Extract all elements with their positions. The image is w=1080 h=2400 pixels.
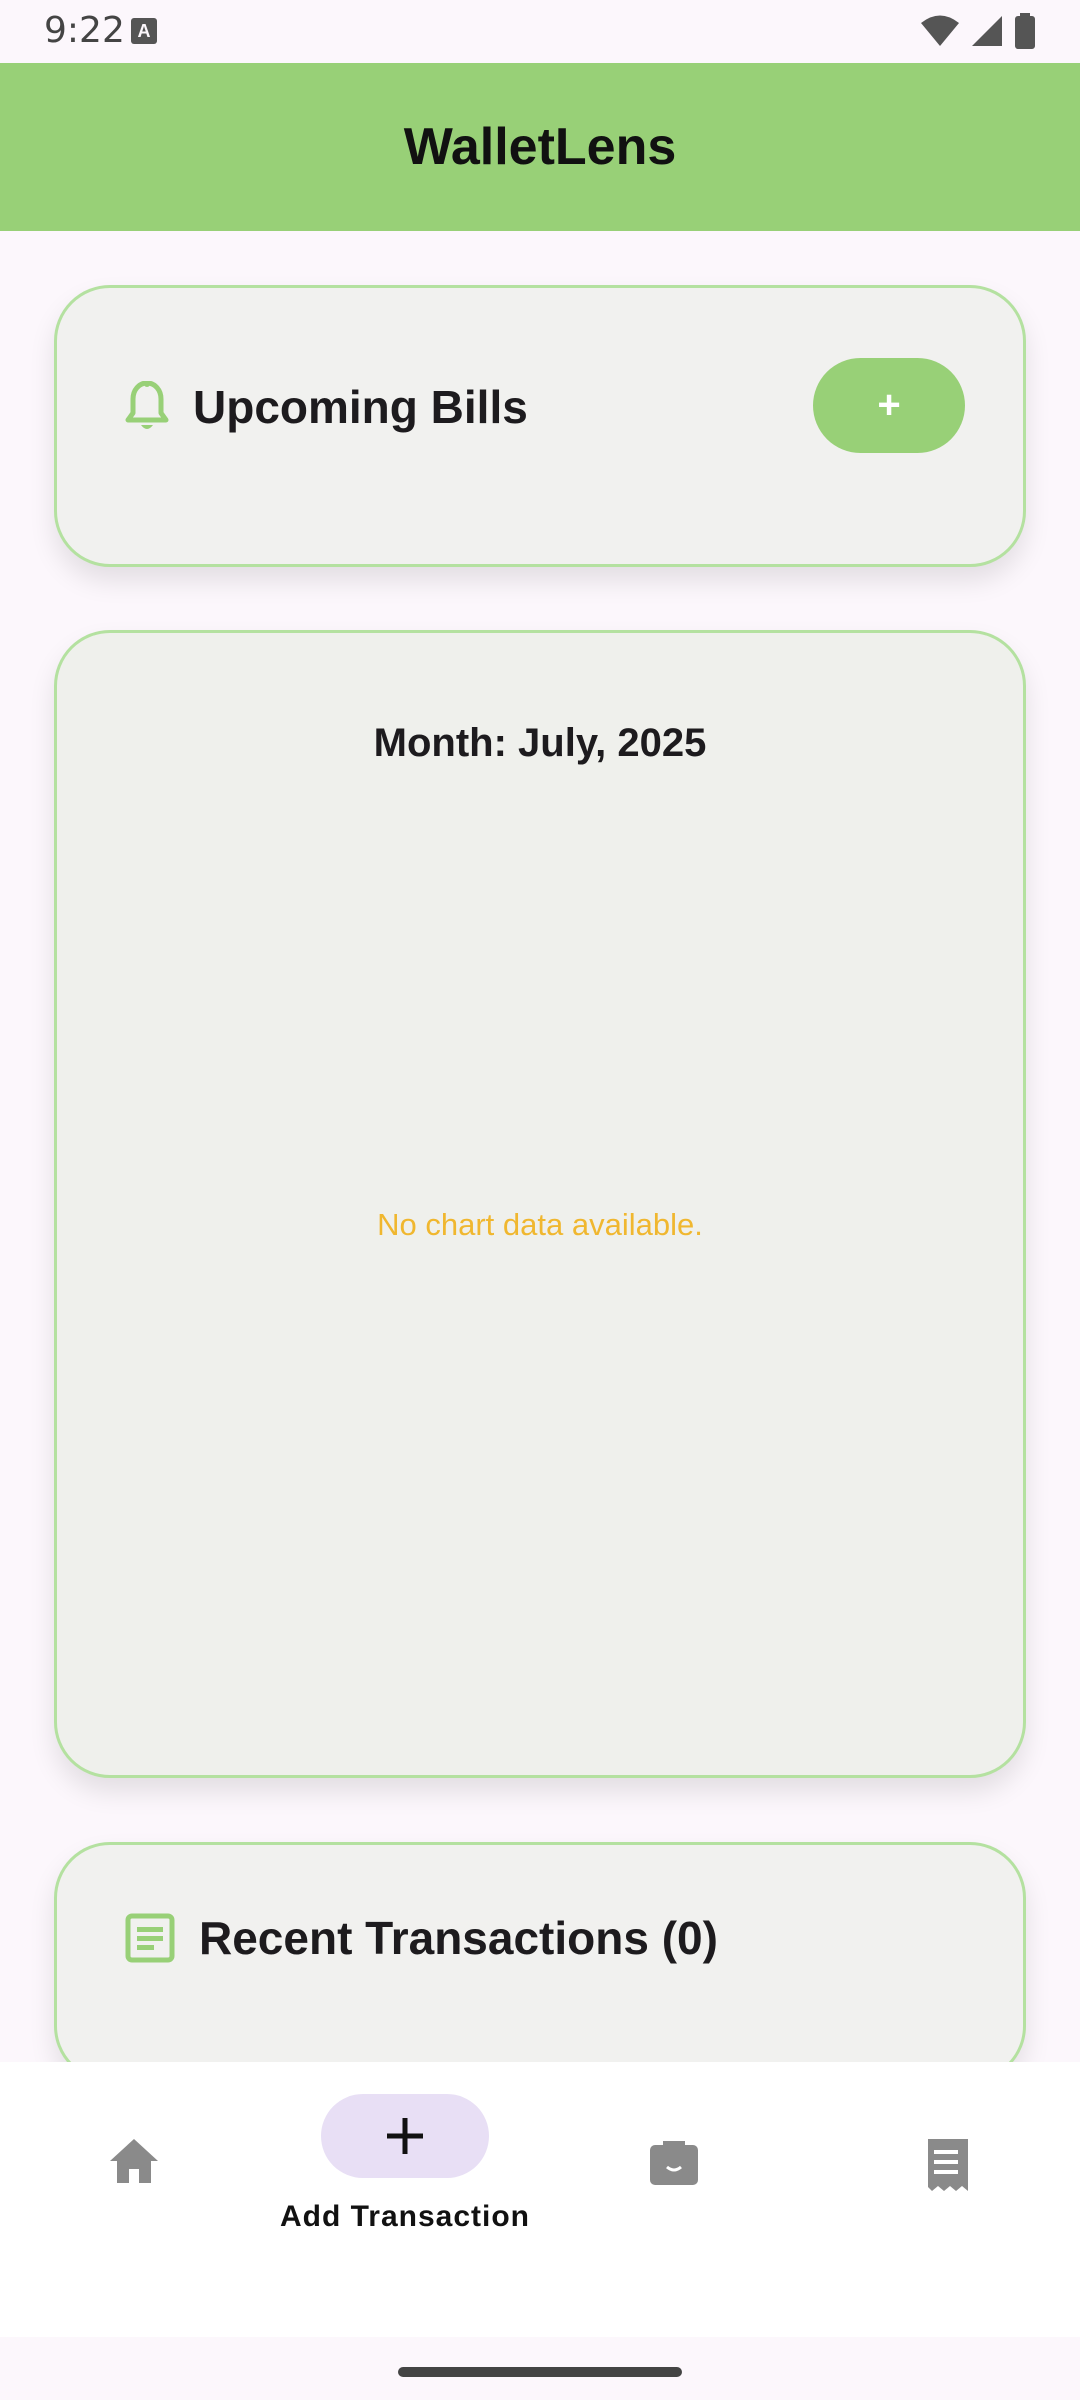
wifi-icon: [921, 15, 959, 46]
add-transaction-pill[interactable]: [321, 2094, 489, 2178]
nav-receipt[interactable]: [878, 2062, 1018, 2337]
document-list-icon: [125, 1913, 175, 1963]
wallet-icon: [650, 2141, 698, 2185]
status-time: 9:22: [44, 10, 125, 51]
bottom-navigation: Add Transaction: [0, 2062, 1080, 2337]
status-bar: 9:22 A: [0, 0, 1080, 63]
home-indicator[interactable]: [398, 2367, 682, 2377]
recent-transactions-title: Recent Transactions (0): [199, 1912, 718, 1964]
battery-icon: [1015, 13, 1035, 49]
add-transaction-label: Add Transaction: [279, 2200, 531, 2233]
bell-icon: [125, 381, 169, 429]
signal-icon: [972, 16, 1002, 46]
upcoming-bills-header: Upcoming Bills: [125, 380, 528, 434]
plus-icon: [387, 2118, 423, 2154]
chart-empty-message: No chart data available.: [377, 1207, 703, 1242]
monthly-chart-card: Month: July, 2025 No chart data availabl…: [54, 630, 1026, 1778]
status-icons: [920, 13, 1036, 49]
upcoming-bills-card: Upcoming Bills +: [54, 285, 1026, 567]
gesture-bar-area: [0, 2337, 1080, 2400]
receipt-icon: [928, 2139, 968, 2191]
nav-home[interactable]: [64, 2062, 204, 2337]
home-icon: [110, 2139, 158, 2183]
notification-a-icon: A: [131, 18, 157, 44]
app-bar: WalletLens: [0, 63, 1080, 231]
chart-month-label: Month: July, 2025: [373, 721, 707, 765]
nav-add-transaction[interactable]: Add Transaction: [265, 2062, 545, 2337]
recent-transactions-card: Recent Transactions (0): [54, 1842, 1026, 2082]
upcoming-bills-title: Upcoming Bills: [193, 381, 528, 433]
nav-wallet[interactable]: [604, 2062, 744, 2337]
app-title: WalletLens: [403, 118, 677, 176]
add-bill-button[interactable]: +: [813, 358, 965, 453]
recent-transactions-header: Recent Transactions (0): [125, 1911, 718, 1965]
